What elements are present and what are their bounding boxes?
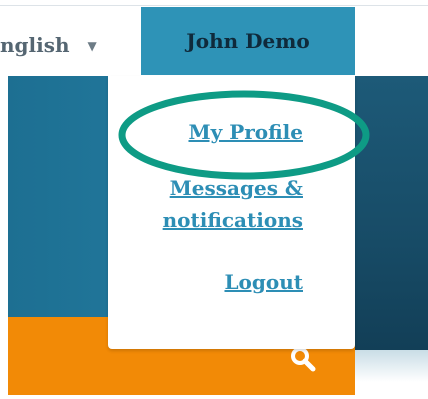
user-name: John Demo: [186, 29, 310, 53]
search-icon[interactable]: [289, 345, 317, 373]
chevron-down-icon: ▼: [87, 39, 97, 53]
hero-background-right: [355, 76, 428, 356]
language-selector[interactable]: nglish ▼: [0, 30, 97, 60]
hero-background-fade: [355, 350, 428, 390]
top-divider: [0, 5, 428, 6]
user-menu-button[interactable]: John Demo: [141, 7, 355, 75]
menu-item-my-profile[interactable]: My Profile: [188, 116, 303, 148]
menu-item-messages-notifications[interactable]: Messages & notifications: [133, 172, 303, 236]
language-label: nglish: [0, 33, 70, 57]
page: nglish ▼ John Demo My Profile Messages &…: [0, 0, 428, 399]
user-dropdown-menu: My Profile Messages & notifications Logo…: [108, 76, 355, 349]
menu-item-logout[interactable]: Logout: [224, 266, 303, 298]
